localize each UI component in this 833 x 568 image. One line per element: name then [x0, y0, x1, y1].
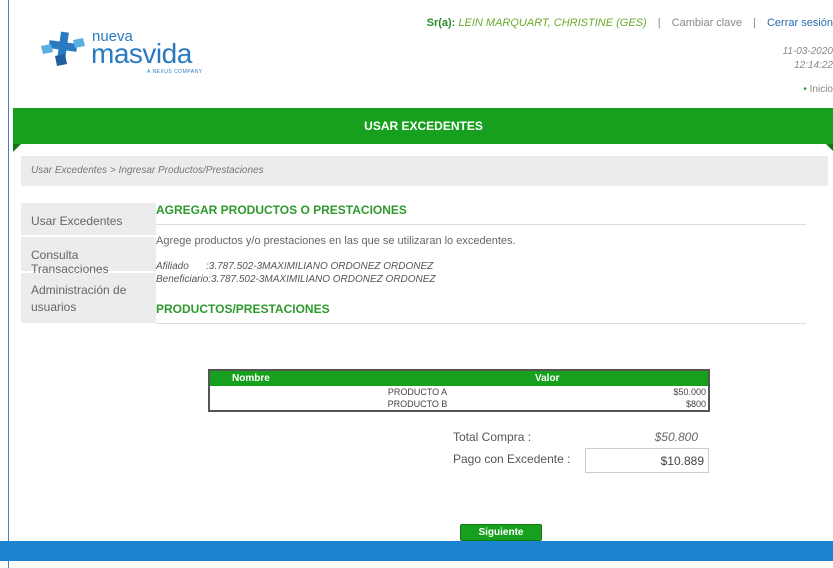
breadcrumb: Usar Excedentes > Ingresar Productos/Pre… [21, 156, 828, 186]
date-text: 11-03-2020 [782, 46, 833, 57]
nueva-masvida-logo[interactable]: nueva masvida A NEXUS COMPANY [37, 28, 217, 78]
bullet-icon: • [803, 84, 807, 95]
footer-bar [0, 541, 833, 561]
afiliado-label: Afiliado [156, 261, 189, 272]
logo-tagline: A NEXUS COMPANY [147, 69, 203, 75]
header-valor: Valor [535, 373, 560, 384]
user-prefix: Sr(a): [426, 17, 456, 29]
logo-big-text: masvida [91, 38, 192, 69]
logout-link[interactable]: Cerrar sesión [767, 17, 833, 29]
divider: | [657, 17, 661, 29]
header-nombre: Nombre [232, 373, 270, 384]
beneficiario-label: Beneficiario [156, 274, 209, 285]
sidebar: Usar Excedentes Consulta Transacciones A… [21, 203, 156, 325]
total-label: Total Compra : [453, 430, 532, 444]
user-name: LEIN MARQUART, CHRISTINE (GES) [458, 17, 647, 29]
products-section-title: PRODUCTOS/PRESTACIONES [156, 302, 806, 324]
total-value: $50.800 [654, 430, 698, 444]
home-link[interactable]: • Inicio [803, 84, 833, 95]
main-content: AGREGAR PRODUCTOS O PRESTACIONES Agrege … [156, 203, 806, 324]
datetime: 11-03-2020 12:14:22 [783, 45, 833, 73]
row-valor: $800 [685, 399, 706, 409]
table-header: Nombre Valor [210, 371, 708, 386]
section-title: AGREGAR PRODUCTOS O PRESTACIONES [156, 203, 806, 225]
sidebar-item-administracion-usuarios[interactable]: Administración de usuarios [21, 273, 156, 325]
row-nombre: PRODUCTO A [387, 387, 448, 397]
page-title-banner: USAR EXCEDENTES [13, 108, 833, 152]
beneficiario-row: Beneficiario:3.787.502-3MAXIMILIANO ORDO… [156, 273, 806, 286]
products-table: Nombre Valor PRODUCTO A $50.000 PRODUCTO… [208, 369, 710, 412]
banner-fold-left [13, 144, 21, 152]
sidebar-item-consulta-transacciones[interactable]: Consulta Transacciones [21, 237, 156, 276]
pago-excedente-label: Pago con Excedente : [453, 452, 571, 466]
change-password-link[interactable]: Cambiar clave [672, 17, 742, 29]
divider: | [753, 17, 756, 29]
beneficiario-value: :3.787.502-3MAXIMILIANO ORDONEZ ORDONEZ [208, 274, 436, 285]
sidebar-item-usar-excedentes[interactable]: Usar Excedentes [21, 203, 156, 237]
page-title: USAR EXCEDENTES [364, 119, 483, 133]
time-text: 12:14:22 [794, 60, 833, 71]
pago-excedente-input[interactable] [585, 448, 709, 473]
row-nombre: PRODUCTO B [387, 399, 448, 409]
app-frame: nueva masvida A NEXUS COMPANY Sr(a): LEI… [8, 0, 833, 568]
table-row: PRODUCTO B $800 [210, 398, 708, 410]
row-valor: $50.000 [673, 387, 706, 397]
user-bar: Sr(a): LEIN MARQUART, CHRISTINE (GES) | … [427, 17, 833, 29]
member-info: Afiliado :3.787.502-3MAXIMILIANO ORDONEZ … [156, 260, 806, 286]
home-link-label: Inicio [809, 84, 833, 95]
afiliado-value: :3.787.502-3MAXIMILIANO ORDONEZ ORDONEZ [206, 261, 434, 272]
banner-fold-right [826, 144, 833, 152]
section-description: Agrege productos y/o prestaciones en las… [156, 235, 516, 247]
next-button[interactable]: Siguiente [460, 524, 542, 541]
afiliado-row: Afiliado :3.787.502-3MAXIMILIANO ORDONEZ … [156, 260, 806, 273]
table-row: PRODUCTO A $50.000 [210, 386, 708, 398]
